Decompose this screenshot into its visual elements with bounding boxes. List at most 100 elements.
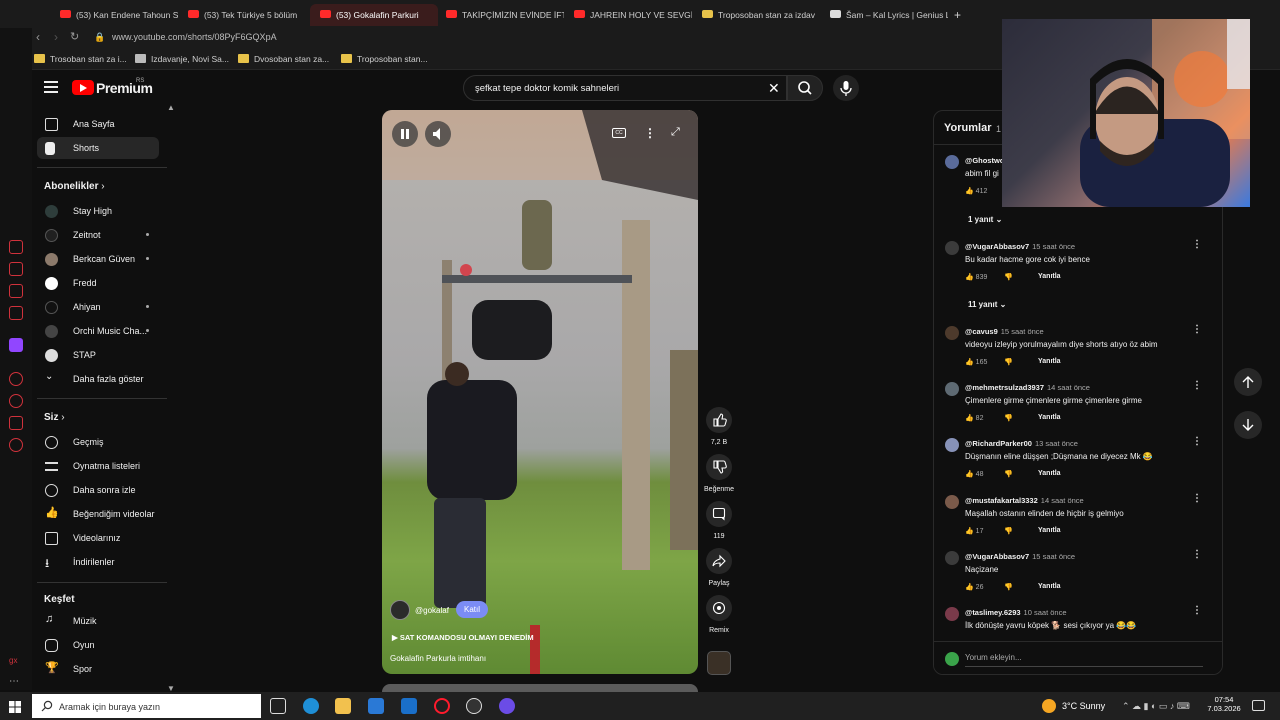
sidebar-item-history[interactable]: Geçmiş (37, 431, 159, 453)
reply-button[interactable]: Yanıtla (1038, 527, 1061, 534)
reload-icon[interactable]: ↻ (70, 30, 79, 43)
youtube-logo-icon[interactable] (72, 80, 94, 95)
sidebar-item-subscription[interactable]: STAP (37, 344, 159, 366)
sidebar-item-downloads[interactable]: ⭳ İndirilenler (37, 551, 159, 573)
replies-toggle[interactable]: 1 yanıt ⌄ (968, 215, 1002, 224)
extensions-icon[interactable] (9, 416, 23, 430)
dislike-button[interactable] (706, 454, 732, 480)
comment-author[interactable]: @cavus9 15 saat önce (965, 327, 1044, 336)
comment-dislike-icon[interactable]: 👎 (1004, 583, 1013, 591)
sidebar-item-sports[interactable]: 🏆 Spor (37, 658, 159, 680)
sidebar-item-subscription[interactable]: Zeitnot (37, 224, 159, 246)
start-button[interactable] (9, 700, 21, 713)
comment-author[interactable]: @VugarAbbasov7 15 saat önce (965, 552, 1075, 561)
you-heading[interactable]: Siz › (44, 412, 65, 423)
obs-icon[interactable] (466, 698, 482, 714)
sidebar-app-icon[interactable] (9, 240, 23, 254)
sidebar-item-subscription[interactable]: Orchi Music Cha... (37, 320, 159, 342)
share-button[interactable] (706, 548, 732, 574)
avatar[interactable] (945, 551, 959, 565)
channel-avatar[interactable] (390, 600, 410, 620)
fullscreen-icon[interactable]: ⤢ (671, 126, 680, 139)
comment-dislike-icon[interactable]: 👎 (1004, 527, 1013, 535)
comments-button[interactable] (706, 501, 732, 527)
comment-like[interactable]: 👍 48 (965, 470, 983, 478)
sidebar-item-subscription[interactable]: Ahiyan (37, 296, 159, 318)
file-explorer-icon[interactable] (335, 698, 351, 714)
tab-active[interactable]: (53) Gokalafin Parkuri (310, 4, 438, 26)
show-more-button[interactable]: ⌄ Daha fazla göster (37, 368, 159, 390)
avatar[interactable] (945, 607, 959, 621)
more-options-icon[interactable]: ⋮ (644, 126, 656, 140)
sidebar-item-shorts[interactable]: Shorts (37, 137, 159, 159)
comment-menu-icon[interactable]: ⋮ (1192, 380, 1202, 391)
settings-icon[interactable] (9, 438, 23, 452)
replies-toggle[interactable]: 11 yanıt ⌄ (968, 300, 1006, 309)
edge-icon[interactable] (303, 698, 319, 714)
comment-author[interactable]: @taslimey.6293 10 saat önce (965, 608, 1067, 617)
more-icon[interactable]: ⋯ (9, 676, 23, 690)
comment-dislike-icon[interactable]: 👎 (1004, 470, 1013, 478)
comment-author[interactable]: @RichardParker00 13 saat önce (965, 439, 1078, 448)
player-icon[interactable] (9, 372, 23, 386)
subscriptions-heading[interactable]: Abonelikler › (44, 181, 105, 192)
comment-menu-icon[interactable]: ⋮ (1192, 239, 1202, 250)
gx-icon[interactable]: gx (9, 656, 23, 670)
taskbar-search[interactable]: Aramak için buraya yazın (32, 694, 261, 718)
sound-thumbnail[interactable] (707, 651, 731, 675)
search-input[interactable]: şefkat tepe doktor komik sahneleri (463, 75, 787, 101)
search-button[interactable] (787, 75, 823, 101)
comment-author[interactable]: @Ghostwo (965, 156, 1004, 165)
avatar[interactable] (945, 438, 959, 452)
sidebar-item-liked[interactable]: 👍 Beğendiğim videolar (37, 503, 159, 525)
notifications-icon[interactable] (1252, 700, 1265, 711)
comment-menu-icon[interactable]: ⋮ (1192, 605, 1202, 616)
bookmark[interactable]: Trosoban stan za i... (34, 54, 127, 64)
avatar[interactable] (945, 241, 959, 255)
sidebar-item-gaming[interactable]: Oyun (37, 634, 159, 656)
tray-icons[interactable]: ⌃ ☁ ▮ ◐ ▭ ♪ ⌨ (1122, 701, 1190, 712)
sidebar-item-subscription[interactable]: Stay High (37, 200, 159, 222)
comment-author[interactable]: @mehmetrsulzad3937 14 saat önce (965, 383, 1090, 392)
remix-button[interactable] (706, 595, 732, 621)
clear-search-icon[interactable]: ✕ (768, 80, 780, 97)
reply-button[interactable]: Yanıtla (1038, 583, 1061, 590)
comment-author[interactable]: @mustafakartal3332 14 saat önce (965, 496, 1084, 505)
avatar[interactable] (945, 382, 959, 396)
next-short-button[interactable] (1234, 411, 1262, 439)
workspace-icon[interactable] (32, 4, 46, 26)
comment-menu-icon[interactable]: ⋮ (1192, 549, 1202, 560)
join-button[interactable]: Katıl (456, 601, 488, 618)
channel-handle[interactable]: @gokalaf (415, 606, 449, 615)
sidebar-app-icon[interactable] (9, 306, 23, 320)
comment-input[interactable]: Yorum ekleyin... (965, 653, 1203, 667)
comment-like[interactable]: 👍 17 (965, 527, 983, 535)
comment-dislike-icon[interactable]: 👎 (1004, 414, 1013, 422)
tab[interactable]: Šam – Kal Lyrics | Genius L (820, 4, 948, 26)
new-tab-button[interactable]: + (950, 4, 970, 26)
clock[interactable]: 07:54 7.03.2026 (1204, 695, 1244, 713)
mail-icon[interactable] (401, 698, 417, 714)
captions-button[interactable]: CC (612, 128, 626, 138)
scroll-up-icon[interactable]: ▲ (167, 103, 175, 112)
comment-like[interactable]: 👍 839 (965, 273, 987, 281)
like-button[interactable] (706, 407, 732, 433)
sidebar-item-subscription[interactable]: Berkcan Güven (37, 248, 159, 270)
bookmark[interactable]: Izdavanje, Novi Sa... (135, 54, 229, 64)
url-field[interactable]: www.youtube.com/shorts/08PyF6GQXpA (112, 32, 277, 42)
sidebar-item-home[interactable]: Ana Sayfa (37, 113, 159, 135)
avatar[interactable] (945, 326, 959, 340)
avatar[interactable] (945, 155, 959, 169)
tab[interactable]: TAKİPÇİMİZİN EVİNDE İFT (436, 4, 564, 26)
comment-like[interactable]: 👍 82 (965, 414, 983, 422)
related-video-link[interactable]: ▶ SAT KOMANDOSU OLMAYI DENEDİM (392, 633, 534, 642)
reply-button[interactable]: Yanıtla (1038, 358, 1061, 365)
history-icon[interactable] (9, 394, 23, 408)
reply-button[interactable]: Yanıtla (1038, 414, 1061, 421)
sidebar-item-playlists[interactable]: Oynatma listeleri (37, 455, 159, 477)
discord-icon[interactable] (499, 698, 515, 714)
tab[interactable]: (53) Kan Endene Tahoun S (50, 4, 178, 26)
tab[interactable]: JAHREIN HOLY VE SEVGİ (564, 4, 692, 26)
comment-like[interactable]: 👍 26 (965, 583, 983, 591)
volume-button[interactable] (425, 121, 451, 147)
